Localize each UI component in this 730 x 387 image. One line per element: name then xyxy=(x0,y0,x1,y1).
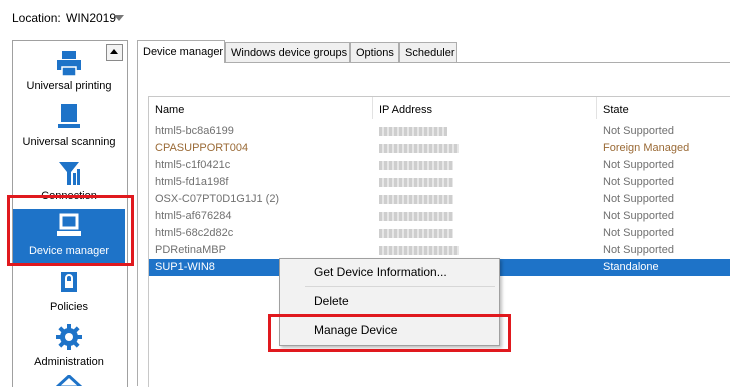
table-row[interactable]: html5-af676284 Not Supported xyxy=(149,208,730,225)
menu-item-get-device-information[interactable]: Get Device Information... xyxy=(314,265,447,279)
location-dropdown-icon[interactable] xyxy=(114,15,124,21)
menu-item-delete[interactable]: Delete xyxy=(314,294,349,308)
column-header-state[interactable]: State xyxy=(603,104,629,116)
cell-name: html5-af676284 xyxy=(155,210,232,222)
cell-state: Not Supported xyxy=(603,244,674,256)
cell-ip-blurred xyxy=(379,246,459,255)
cell-ip-blurred xyxy=(379,144,459,153)
cell-name: html5-bc8a6199 xyxy=(155,125,234,137)
column-header-name[interactable]: Name xyxy=(155,104,184,116)
cell-name: CPASUPPORT004 xyxy=(155,142,249,154)
table-row[interactable]: CPASUPPORT004 Foreign Managed xyxy=(149,140,730,157)
sidebar-item-next[interactable] xyxy=(13,374,125,386)
cell-state: Standalone xyxy=(603,261,659,273)
policy-lock-icon xyxy=(61,272,77,292)
highlight-box-device-manager xyxy=(7,195,134,266)
cell-state: Not Supported xyxy=(603,125,674,137)
table-row[interactable]: html5-fd1a198f Not Supported xyxy=(149,174,730,191)
cell-state: Not Supported xyxy=(603,210,674,222)
table-row[interactable]: OSX-C07PT0D1G1J1 (2) Not Supported xyxy=(149,191,730,208)
cell-state: Not Supported xyxy=(603,176,674,188)
cell-ip-blurred xyxy=(379,161,453,170)
highlight-box-manage-device xyxy=(268,314,511,352)
table-row[interactable]: html5-c1f0421c Not Supported xyxy=(149,157,730,174)
home-icon xyxy=(55,375,83,386)
menu-separator xyxy=(305,286,495,287)
tab-device-manager[interactable]: Device manager xyxy=(137,40,225,63)
sidebar-item-label: Policies xyxy=(50,301,88,313)
scanner-icon xyxy=(58,104,80,128)
cell-ip-blurred xyxy=(379,127,447,136)
location-label: Location: xyxy=(12,11,61,25)
cell-state: Foreign Managed xyxy=(603,142,690,154)
sidebar-item-policies[interactable]: Policies xyxy=(13,266,125,320)
cell-state: Not Supported xyxy=(603,159,674,171)
cell-state: Not Supported xyxy=(603,193,674,205)
tab-windows-device-groups[interactable]: Windows device groups xyxy=(225,42,350,62)
sidebar-item-label: Administration xyxy=(34,356,104,368)
sidebar-item-label: Universal printing xyxy=(26,80,112,92)
cell-name: PDRetinaMBP xyxy=(155,244,226,256)
cell-name: html5-c1f0421c xyxy=(155,159,231,171)
table-row[interactable]: html5-bc8a6199 Not Supported xyxy=(149,123,730,140)
table-row[interactable]: html5-68c2d82c Not Supported xyxy=(149,225,730,242)
cell-name: SUP1-WIN8 xyxy=(155,261,215,273)
cell-name: OSX-C07PT0D1G1J1 (2) xyxy=(155,193,280,205)
sidebar-item-universal-printing[interactable]: Universal printing xyxy=(13,46,125,100)
printer-icon xyxy=(57,51,81,77)
sidebar-item-label: Universal scanning xyxy=(22,136,116,148)
column-separator[interactable] xyxy=(596,97,597,119)
antenna-icon xyxy=(59,162,80,185)
cell-name: html5-fd1a198f xyxy=(155,176,229,188)
tab-scheduler[interactable]: Scheduler xyxy=(399,42,457,62)
tab-divider xyxy=(225,62,730,63)
table-row[interactable]: PDRetinaMBP Not Supported xyxy=(149,242,730,259)
sidebar-item-administration[interactable]: Administration xyxy=(13,321,125,375)
cell-ip-blurred xyxy=(379,229,453,238)
location-value[interactable]: WIN2019 xyxy=(66,11,116,25)
tab-options[interactable]: Options xyxy=(350,42,399,62)
column-header-ip-address[interactable]: IP Address xyxy=(379,104,432,116)
cell-name: html5-68c2d82c xyxy=(155,227,234,239)
sidebar-item-universal-scanning[interactable]: Universal scanning xyxy=(13,101,125,155)
cell-ip-blurred xyxy=(379,195,453,204)
cell-state: Not Supported xyxy=(603,227,674,239)
cell-ip-blurred xyxy=(379,178,453,187)
column-separator[interactable] xyxy=(372,97,373,119)
cell-ip-blurred xyxy=(379,212,453,221)
gear-icon xyxy=(56,324,82,350)
